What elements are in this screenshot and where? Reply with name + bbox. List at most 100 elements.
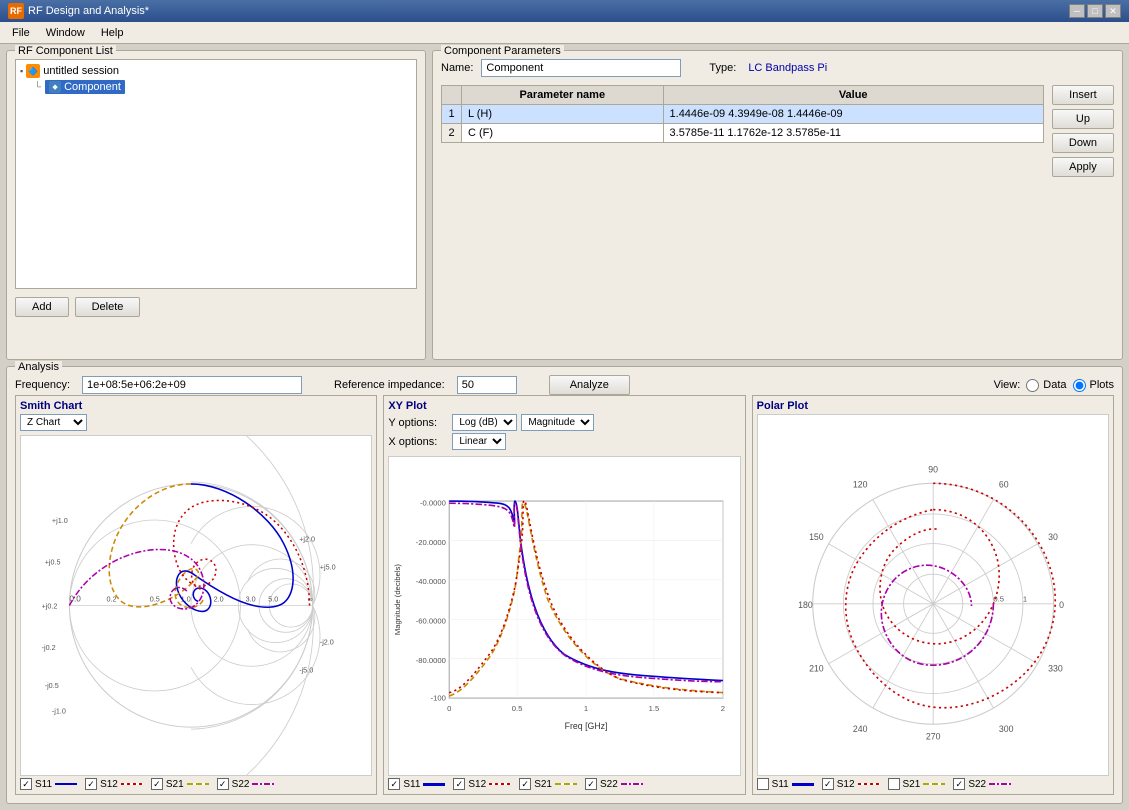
maximize-button[interactable]: □ xyxy=(1087,4,1103,18)
svg-text:1: 1 xyxy=(584,704,588,713)
smith-s12-checkbox[interactable] xyxy=(85,778,97,790)
polar-s12-line xyxy=(858,783,880,785)
smith-s11-label: S11 xyxy=(35,779,52,790)
frequency-input[interactable] xyxy=(82,376,302,394)
type-value: LC Bandpass Pi xyxy=(748,62,827,74)
menu-window[interactable]: Window xyxy=(38,25,93,41)
polar-s22-line xyxy=(989,783,1011,785)
y-options-select1[interactable]: Log (dB) Linear xyxy=(452,414,517,431)
svg-text:-j2.0: -j2.0 xyxy=(320,638,334,647)
svg-text:-80.0000: -80.0000 xyxy=(416,656,446,665)
polar-s22-checkbox[interactable] xyxy=(953,778,965,790)
smith-s12-label: S12 xyxy=(100,779,118,790)
polar-s12-checkbox[interactable] xyxy=(822,778,834,790)
data-radio[interactable] xyxy=(1026,379,1039,392)
svg-text:0.5: 0.5 xyxy=(150,594,160,603)
xy-s12-legend: S12 xyxy=(453,778,511,790)
value-col-header: Value xyxy=(663,86,1043,105)
y-options-label: Y options: xyxy=(388,417,448,429)
menu-file[interactable]: File xyxy=(4,25,38,41)
down-button[interactable]: Down xyxy=(1052,133,1114,153)
xy-plot-panel: XY Plot Y options: Log (dB) Linear Magni… xyxy=(383,395,745,795)
xy-plot-canvas: -0.0000 -20.0000 -40.0000 -60.0000 -80.0… xyxy=(388,456,740,776)
param-value: 1.4446e-09 4.3949e-08 1.4446e-09 xyxy=(663,105,1043,124)
param-action-buttons: Insert Up Down Apply xyxy=(1044,85,1114,177)
component-params-label: Component Parameters xyxy=(441,45,564,57)
session-name: untitled session xyxy=(43,65,119,77)
smith-s22-legend: S22 xyxy=(217,778,275,790)
smith-chart-title: Smith Chart xyxy=(20,400,372,412)
svg-text:3.0: 3.0 xyxy=(246,594,256,603)
xy-plot-svg: -0.0000 -20.0000 -40.0000 -60.0000 -80.0… xyxy=(389,457,739,775)
smith-s22-checkbox[interactable] xyxy=(217,778,229,790)
xy-s12-line xyxy=(489,783,511,785)
svg-text:150: 150 xyxy=(809,532,824,542)
component-tree[interactable]: ▪ 🔷 untitled session └ ◆ Component xyxy=(15,59,417,289)
menu-help[interactable]: Help xyxy=(93,25,132,41)
svg-text:0.5: 0.5 xyxy=(512,704,523,713)
name-input[interactable] xyxy=(481,59,681,77)
ref-impedance-input[interactable] xyxy=(457,376,517,394)
rf-component-list-label: RF Component List xyxy=(15,45,116,57)
close-button[interactable]: ✕ xyxy=(1105,4,1121,18)
smith-chart-dropdown[interactable]: Z Chart Y Chart ZY Chart xyxy=(20,414,87,431)
polar-s21-checkbox[interactable] xyxy=(888,778,900,790)
xy-s22-line xyxy=(621,783,643,785)
polar-s21-legend: S21 xyxy=(888,778,946,790)
polar-plot-legend: S11 S12 S21 S22 xyxy=(757,778,1109,790)
svg-text:180: 180 xyxy=(798,600,813,610)
insert-button[interactable]: Insert xyxy=(1052,85,1114,105)
y-options-select2[interactable]: Magnitude Phase xyxy=(521,414,594,431)
x-options-select[interactable]: Linear Log xyxy=(452,433,506,450)
svg-text:-20.0000: -20.0000 xyxy=(416,538,446,547)
table-row[interactable]: 1 L (H) 1.4446e-09 4.3949e-08 1.4446e-09 xyxy=(442,105,1044,124)
smith-s11-checkbox[interactable] xyxy=(20,778,32,790)
xy-s22-checkbox[interactable] xyxy=(585,778,597,790)
svg-text:-100: -100 xyxy=(431,693,446,702)
smith-s21-line xyxy=(187,783,209,785)
xy-s11-checkbox[interactable] xyxy=(388,778,400,790)
svg-text:1: 1 xyxy=(1023,595,1027,604)
minimize-button[interactable]: ─ xyxy=(1069,4,1085,18)
param-name-col-header: Parameter name xyxy=(462,86,664,105)
smith-s11-legend: S11 xyxy=(20,778,77,790)
svg-text:+j0.2: +j0.2 xyxy=(42,602,58,611)
xy-s12-checkbox[interactable] xyxy=(453,778,465,790)
xy-s21-checkbox[interactable] xyxy=(519,778,531,790)
table-row[interactable]: 2 C (F) 3.5785e-11 1.1762e-12 3.5785e-11 xyxy=(442,124,1044,143)
view-data-radio[interactable]: Data xyxy=(1026,379,1066,392)
smith-chart-legend: S11 S12 S21 S22 xyxy=(20,778,372,790)
svg-text:-60.0000: -60.0000 xyxy=(416,617,446,626)
view-plots-radio[interactable]: Plots xyxy=(1073,379,1114,392)
x-options-label: X options: xyxy=(388,436,448,448)
svg-text:Magnitude (decibels): Magnitude (decibels) xyxy=(393,564,402,636)
svg-text:+j2.0: +j2.0 xyxy=(299,535,315,544)
param-name: L (H) xyxy=(462,105,664,124)
xy-s21-line xyxy=(555,783,577,785)
xy-plot-legend: S11 S12 S21 S22 xyxy=(388,778,740,790)
menubar: File Window Help xyxy=(0,22,1129,44)
smith-s21-checkbox[interactable] xyxy=(151,778,163,790)
component-btn-row: Add Delete xyxy=(15,297,417,317)
svg-text:90: 90 xyxy=(928,464,938,474)
svg-text:2.0: 2.0 xyxy=(214,594,224,603)
plots-radio[interactable] xyxy=(1073,379,1086,392)
polar-s22-label: S22 xyxy=(968,779,986,790)
view-section: View: Data Plots xyxy=(994,379,1114,392)
analyze-button[interactable]: Analyze xyxy=(549,375,630,395)
up-button[interactable]: Up xyxy=(1052,109,1114,129)
apply-button[interactable]: Apply xyxy=(1052,157,1114,177)
type-field-label: Type: xyxy=(709,62,736,74)
window-controls[interactable]: ─ □ ✕ xyxy=(1069,4,1121,18)
svg-text:30: 30 xyxy=(1048,532,1058,542)
x-options-row: X options: Linear Log xyxy=(388,433,740,450)
data-radio-label: Data xyxy=(1043,379,1066,391)
collapse-icon[interactable]: ▪ xyxy=(20,66,23,76)
svg-text:210: 210 xyxy=(809,664,824,674)
add-button[interactable]: Add xyxy=(15,297,69,317)
name-type-row: Name: Type: LC Bandpass Pi xyxy=(441,59,1114,77)
polar-s11-checkbox[interactable] xyxy=(757,778,769,790)
delete-button[interactable]: Delete xyxy=(75,297,141,317)
component-node[interactable]: ◆ Component xyxy=(45,80,125,94)
session-node[interactable]: ▪ 🔷 untitled session xyxy=(20,64,412,78)
